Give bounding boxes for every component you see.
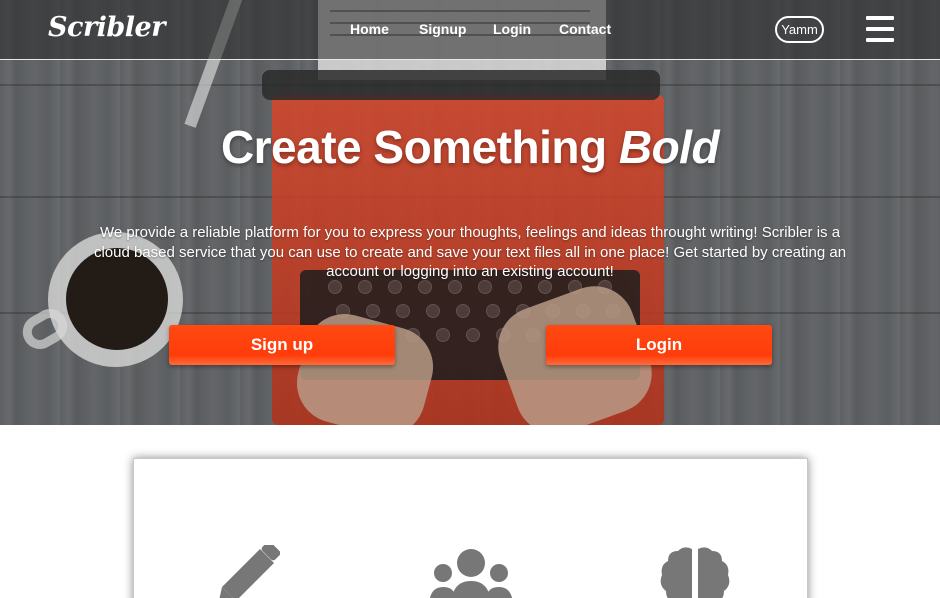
nav-link-login[interactable]: Login [493, 21, 531, 37]
brand-logo[interactable]: Scribler [48, 12, 165, 43]
features-card [133, 458, 808, 598]
nav-link-signup[interactable]: Signup [419, 21, 466, 37]
background-typewriter-platen [262, 70, 660, 100]
hero-description: We provide a reliable platform for you t… [93, 224, 847, 280]
user-account-button[interactable]: Yamm [775, 16, 824, 43]
nav-link-home[interactable]: Home [350, 21, 389, 37]
hamburger-menu-icon[interactable] [866, 16, 894, 42]
hero-section: Scribler Home Signup Login Contact Yamm … [0, 0, 940, 425]
pencil-icon [219, 545, 280, 598]
hero-title-text: Create Something [220, 121, 619, 173]
navbar: Scribler Home Signup Login Contact Yamm [0, 0, 940, 60]
users-icon [429, 549, 513, 598]
nav-link-contact[interactable]: Contact [559, 21, 611, 37]
hero-title: Create Something Bold [0, 120, 940, 174]
hero-title-emphasis: Bold [618, 121, 720, 173]
signup-button[interactable]: Sign up [169, 325, 395, 365]
brain-icon [660, 547, 730, 598]
login-button[interactable]: Login [546, 325, 772, 365]
